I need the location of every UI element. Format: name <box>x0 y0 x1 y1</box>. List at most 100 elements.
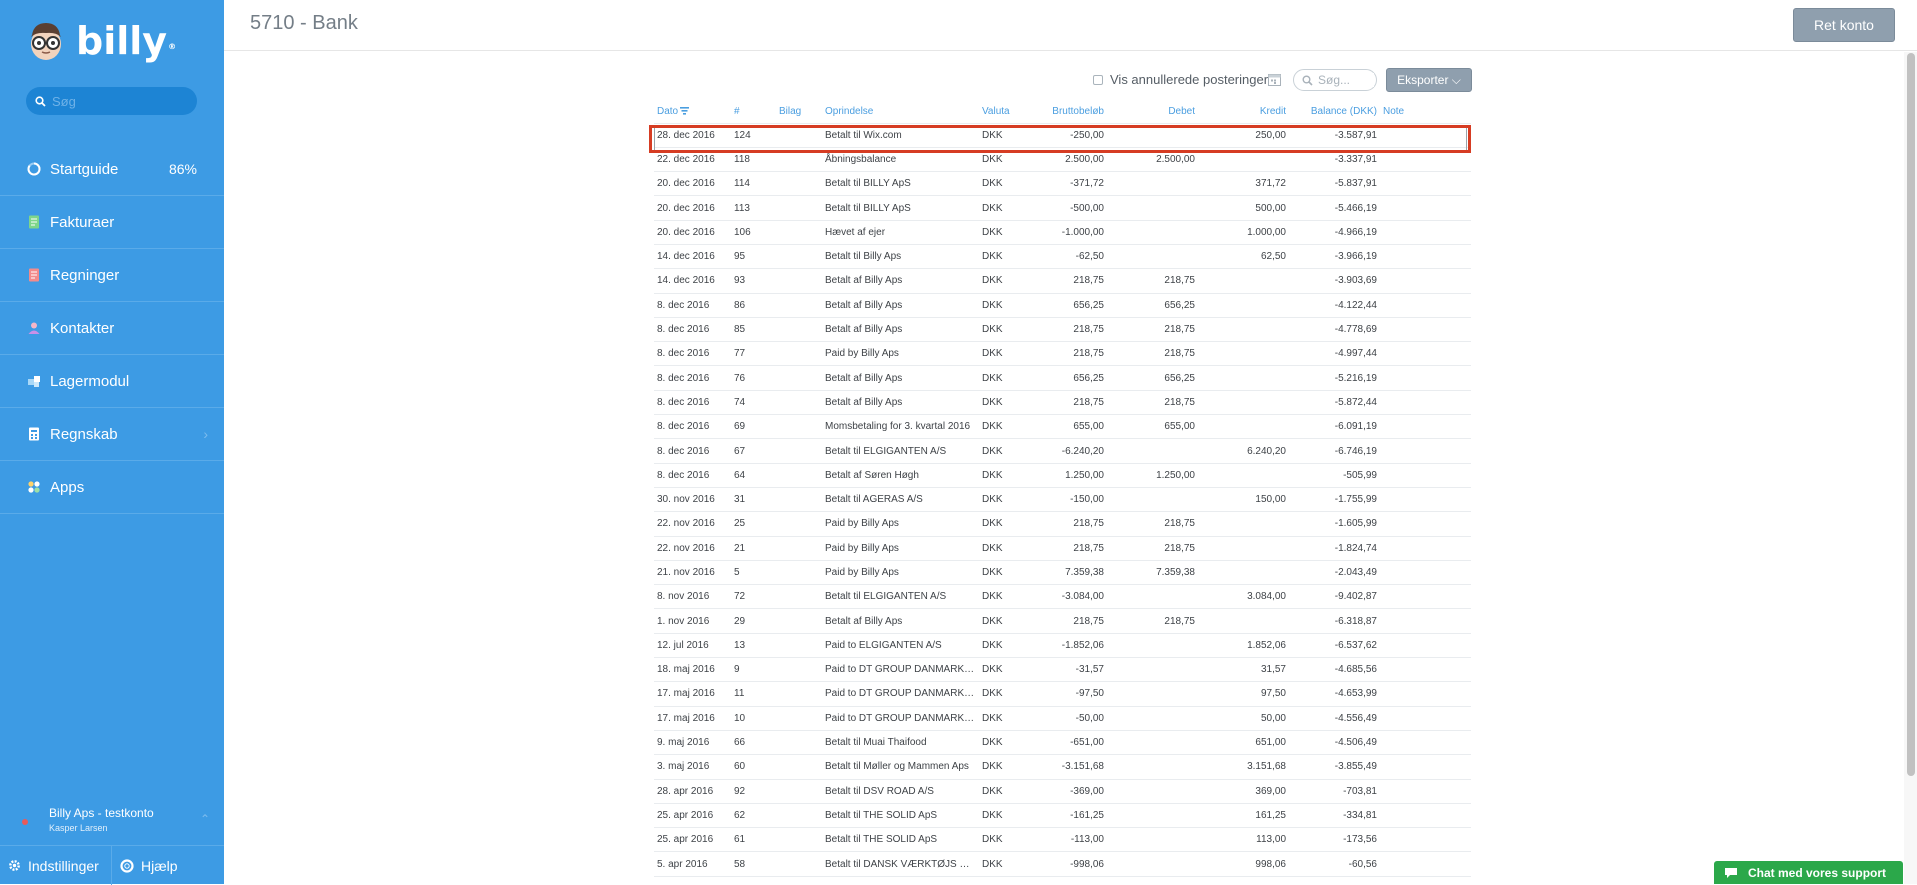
column-header-credit[interactable]: Kredit <box>1198 100 1289 124</box>
table-row[interactable]: 8. dec 2016 76 Betalt af Billy Aps DKK 656,2… <box>654 365 1471 391</box>
table-row[interactable]: 8. dec 2016 74 Betalt af Billy Aps DKK 218,7… <box>654 390 1471 416</box>
cell-origin: Betalt til ELGIGANTEN A/S <box>822 438 979 464</box>
cell-origin: Paid to ELGIGANTEN A/S <box>822 633 979 659</box>
logo-wordmark: billy <box>76 19 168 63</box>
column-header-debit[interactable]: Debet <box>1107 100 1198 124</box>
column-header-label: Note <box>1383 105 1405 117</box>
cell-number: 72 <box>731 584 776 610</box>
table-row[interactable]: 21. nov 2016 5 Paid by Billy Aps DKK 7.359,3… <box>654 560 1471 586</box>
table-row[interactable]: 17. maj 2016 11 Paid to DT GROUP DANMARK A… <box>654 681 1471 707</box>
column-header-number[interactable]: # <box>731 100 776 124</box>
export-label: Eksporter <box>1397 72 1449 87</box>
table-row[interactable]: 30. nov 2016 31 Betalt til AGERAS A/S DKK -1… <box>654 487 1471 513</box>
cell-debit <box>1107 706 1198 731</box>
calendar-icon[interactable] <box>1268 73 1281 91</box>
cell-note <box>1380 171 1471 197</box>
cell-number: 21 <box>731 536 776 561</box>
inventory-icon <box>26 373 42 389</box>
table-search-input[interactable] <box>1318 73 1374 87</box>
cell-attachment <box>776 536 822 561</box>
sidebar-item-kontakter[interactable]: Kontakter <box>0 302 224 355</box>
column-header-label: # <box>734 105 740 117</box>
table-row[interactable]: 8. dec 2016 69 Momsbetaling for 3. kvartal… <box>654 414 1471 440</box>
table-row[interactable]: 14. dec 2016 95 Betalt til Billy Aps DKK -62… <box>654 244 1471 270</box>
sort-filter-icon[interactable] <box>678 106 690 117</box>
column-header-date[interactable]: Dato <box>654 100 731 124</box>
postings-table-wrapper: Dato # Bilag Oprindelse Valuta Bruttobeløb Deb… <box>654 100 1471 877</box>
table-row[interactable]: 17. maj 2016 10 Paid to DT GROUP DANMARK A… <box>654 706 1471 731</box>
table-row[interactable]: 8. dec 2016 85 Betalt af Billy Aps DKK 218,7… <box>654 317 1471 343</box>
table-row[interactable]: 28. apr 2016 92 Betalt til DSV ROAD A/S DKK… <box>654 779 1471 804</box>
table-row[interactable]: 5. apr 2016 58 Betalt til DANSK VÆRKTØJS S… <box>654 851 1471 877</box>
cell-balance: -1.755,99 <box>1289 487 1380 513</box>
sidebar-item-lagermodul[interactable]: Lagermodul <box>0 355 224 408</box>
table-row[interactable]: 20. dec 2016 113 Betalt til BILLY ApS DKK -5… <box>654 195 1471 221</box>
cell-debit <box>1107 633 1198 659</box>
sidebar-item-apps[interactable]: Apps <box>0 461 224 514</box>
sidebar: billy® Startguide 86% Fakturaer Regninge… <box>0 0 224 885</box>
column-header-currency[interactable]: Valuta <box>979 100 1034 124</box>
sidebar-item-regninger[interactable]: Regninger <box>0 249 224 302</box>
cell-credit: 113,00 <box>1198 827 1289 853</box>
registered-mark: ® <box>168 42 177 51</box>
sidebar-item-startguide[interactable]: Startguide 86% <box>0 143 224 196</box>
table-row[interactable]: 25. apr 2016 62 Betalt til THE SOLID ApS DK… <box>654 803 1471 829</box>
column-header-balance[interactable]: Balance (DKK) <box>1289 100 1380 124</box>
table-row[interactable]: 8. dec 2016 77 Paid by Billy Aps DKK 218,75 2… <box>654 341 1471 367</box>
account-switcher[interactable]: Billy Aps - testkonto Kasper Larsen ⌃ <box>0 794 224 844</box>
edit-account-button[interactable]: Ret konto <box>1793 8 1895 42</box>
show-cancelled-label[interactable]: Vis annullerede posteringer <box>1110 72 1268 87</box>
cell-gross: -62,50 <box>1034 244 1107 270</box>
table-row[interactable]: 25. apr 2016 61 Betalt til THE SOLID ApS DK… <box>654 827 1471 853</box>
table-row[interactable]: 8. dec 2016 64 Betalt af Søren Høgh DKK 1.25… <box>654 463 1471 488</box>
cell-debit: 218,75 <box>1107 536 1198 561</box>
table-row-highlighted[interactable]: 28. dec 2016 124 Betalt til Wix.com DKK -250… <box>654 123 1471 148</box>
column-header-origin[interactable]: Oprindelse <box>822 100 979 124</box>
page-scrollbar[interactable] <box>1904 52 1917 884</box>
cell-date: 5. apr 2016 <box>654 851 731 877</box>
cell-credit <box>1198 147 1289 173</box>
table-row[interactable]: 8. dec 2016 86 Betalt af Billy Aps DKK 656,2… <box>654 293 1471 318</box>
cell-debit <box>1107 754 1198 780</box>
cell-debit <box>1107 827 1198 853</box>
cell-date: 18. maj 2016 <box>654 657 731 683</box>
table-row[interactable]: 1. nov 2016 29 Betalt af Billy Aps DKK 218,7… <box>654 608 1471 634</box>
table-row[interactable]: 22. dec 2016 118 Åbningsbalance DKK 2.500,00… <box>654 147 1471 173</box>
settings-button[interactable]: Indstillinger <box>0 846 112 885</box>
help-button[interactable]: Hjælp <box>112 846 178 885</box>
show-cancelled-checkbox[interactable] <box>1093 75 1103 85</box>
table-row[interactable]: 12. jul 2016 13 Paid to ELGIGANTEN A/S DKK -… <box>654 633 1471 659</box>
table-row[interactable]: 3. maj 2016 60 Betalt til Møller og Mammen… <box>654 754 1471 780</box>
column-header-gross[interactable]: Bruttobeløb <box>1034 100 1107 124</box>
table-row[interactable]: 9. maj 2016 66 Betalt til Muai Thaifood DKK… <box>654 730 1471 756</box>
sidebar-item-regnskab[interactable]: Regnskab › <box>0 408 224 461</box>
table-row[interactable]: 8. nov 2016 72 Betalt til ELGIGANTEN A/S DK… <box>654 584 1471 610</box>
column-header-attachment[interactable]: Bilag <box>776 100 822 124</box>
table-row[interactable]: 20. dec 2016 106 Hævet af ejer DKK -1.000,00… <box>654 220 1471 245</box>
table-search[interactable] <box>1293 69 1377 91</box>
cell-date: 20. dec 2016 <box>654 195 731 221</box>
cell-credit <box>1198 341 1289 367</box>
sidebar-search[interactable] <box>26 87 197 115</box>
column-header-label: Dato <box>657 105 679 117</box>
chat-support-button[interactable]: Chat med vores support <box>1714 861 1903 884</box>
billy-logo[interactable]: billy® <box>24 16 176 66</box>
table-row[interactable]: 20. dec 2016 114 Betalt til BILLY ApS DKK -3… <box>654 171 1471 197</box>
table-row[interactable]: 22. nov 2016 25 Paid by Billy Aps DKK 218,75… <box>654 511 1471 537</box>
sidebar-item-fakturaer[interactable]: Fakturaer <box>0 196 224 249</box>
cell-gross: -369,00 <box>1034 779 1107 804</box>
column-header-note[interactable]: Note <box>1380 100 1471 124</box>
cell-note <box>1380 268 1471 294</box>
table-row[interactable]: 14. dec 2016 93 Betalt af Billy Aps DKK 218,… <box>654 268 1471 294</box>
sidebar-search-input[interactable] <box>52 93 182 109</box>
export-button[interactable]: Eksporter ⌵ <box>1386 68 1472 92</box>
cell-balance: -4.685,56 <box>1289 657 1380 683</box>
scrollbar-thumb[interactable] <box>1907 53 1915 776</box>
table-row[interactable]: 22. nov 2016 21 Paid by Billy Aps DKK 218,75… <box>654 536 1471 561</box>
cell-credit <box>1198 560 1289 586</box>
table-row[interactable]: 8. dec 2016 67 Betalt til ELGIGANTEN A/S DK… <box>654 438 1471 464</box>
cell-origin: Paid by Billy Aps <box>822 341 979 367</box>
cell-currency: DKK <box>979 123 1034 148</box>
table-row[interactable]: 18. maj 2016 9 Paid to DT GROUP DANMARK A/… <box>654 657 1471 683</box>
cell-balance: -4.778,69 <box>1289 317 1380 343</box>
